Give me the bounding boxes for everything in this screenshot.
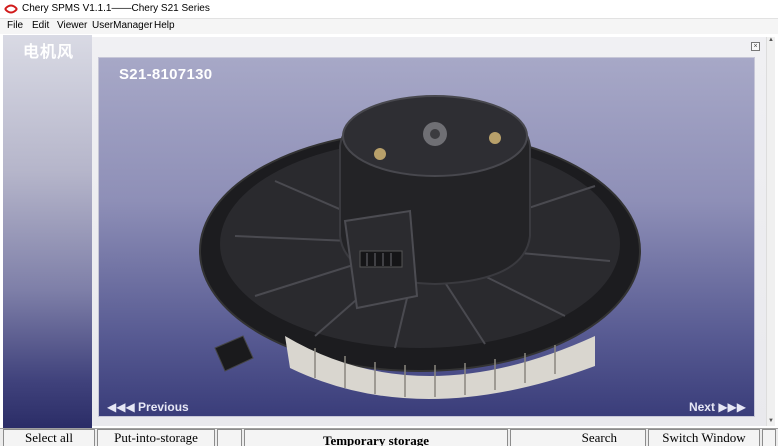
menu-file[interactable]: File (7, 20, 23, 31)
category-title: 电机风 (23, 44, 75, 61)
vertical-scrollbar[interactable]: ▲ ▼ (766, 37, 775, 426)
menu-bar: File Edit Viewer UserManager Help (0, 19, 778, 34)
bottom-end-button (762, 429, 776, 446)
previous-button[interactable]: ◀◀◀ Previous (107, 400, 189, 414)
scroll-down-arrow-icon[interactable]: ▼ (767, 418, 775, 426)
search-button[interactable]: Search (510, 429, 646, 446)
spacer-button (217, 429, 242, 446)
close-icon: × (753, 43, 758, 50)
part-viewer: × S21-8107130 ◀◀◀ Previous Next ▶▶▶ (92, 37, 766, 426)
switch-window-button[interactable]: Switch Window (648, 429, 760, 446)
category-panel: 电机风 (3, 35, 92, 428)
menu-edit[interactable]: Edit (32, 20, 49, 31)
menu-viewer[interactable]: Viewer (57, 20, 87, 31)
bottom-toolbar: Select all Put-into-storage Temporary st… (0, 428, 778, 446)
title-bar: Chery SPMS V1.1.1——Chery S21 Series (0, 0, 778, 19)
temporary-storage-button[interactable]: Temporary storage (244, 429, 508, 446)
chery-logo-icon (4, 4, 18, 14)
next-button[interactable]: Next ▶▶▶ (689, 400, 746, 414)
menu-usermanager[interactable]: UserManager (92, 20, 153, 31)
scroll-up-arrow-icon[interactable]: ▲ (767, 37, 775, 45)
select-all-button[interactable]: Select all (3, 429, 95, 446)
menu-help[interactable]: Help (154, 20, 175, 31)
part-image-frame: S21-8107130 ◀◀◀ Previous Next ▶▶▶ (98, 57, 755, 417)
viewer-close-button[interactable]: × (751, 42, 760, 51)
part-code: S21-8107130 (119, 66, 213, 83)
blower-motor-illustration (199, 95, 641, 400)
window-title: Chery SPMS V1.1.1——Chery S21 Series (22, 3, 210, 14)
put-into-storage-button[interactable]: Put-into-storage (97, 429, 215, 446)
